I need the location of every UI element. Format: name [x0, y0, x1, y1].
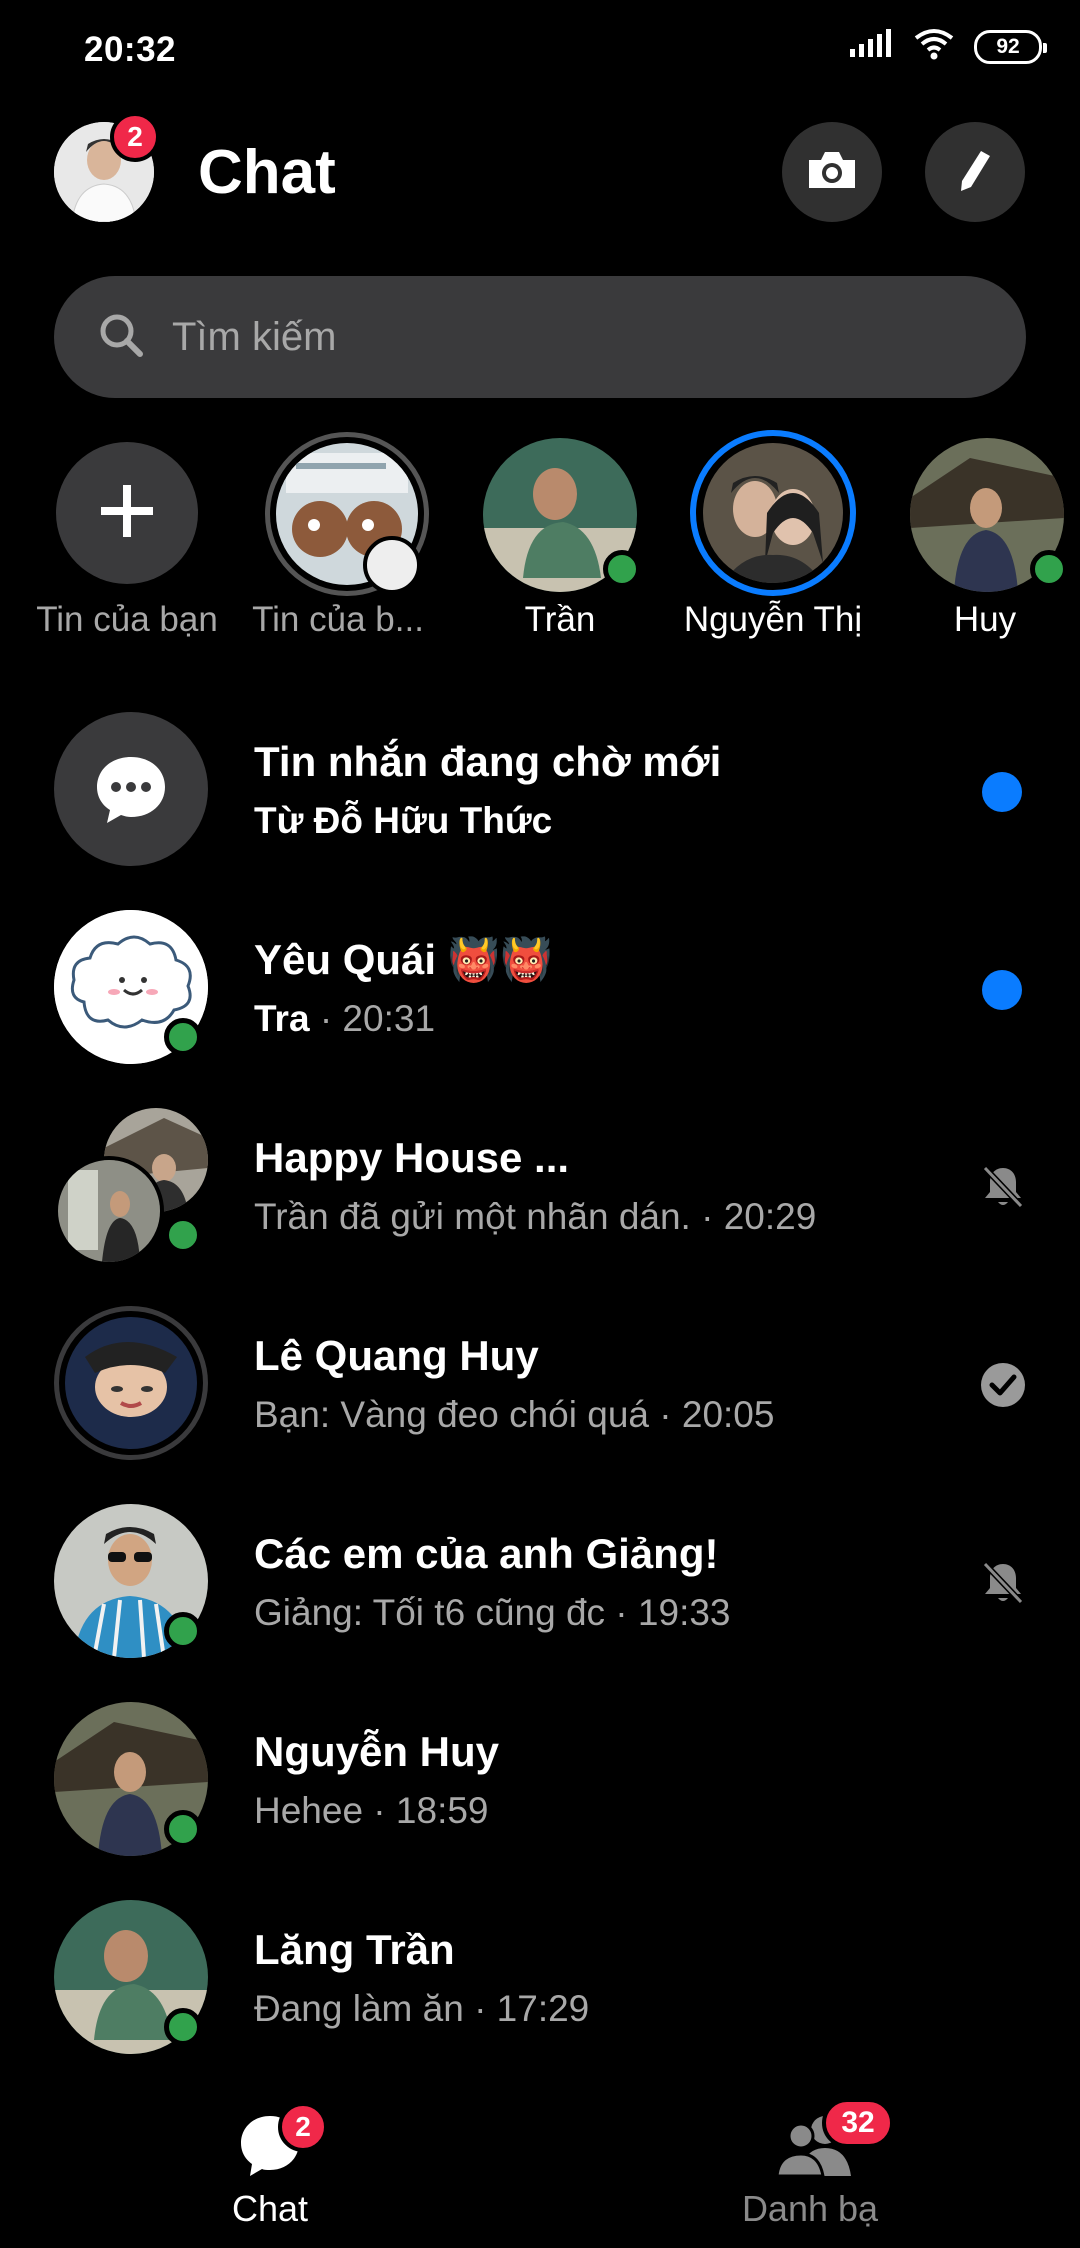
unread-indicator	[982, 970, 1022, 1010]
chat-avatar	[54, 1702, 208, 1856]
message-requests-row[interactable]: Tin nhắn đang chờ mới Từ Đỗ Hữu Thức	[0, 700, 1080, 898]
chat-avatar	[54, 1504, 208, 1658]
chat-row[interactable]: Yêu Quái 👹👹 Tra · 20:31	[0, 898, 1080, 1096]
chat-bubble-icon	[54, 712, 208, 866]
chat-row[interactable]: Happy House ... Trần đã gửi một nhãn dán…	[0, 1096, 1080, 1294]
story-owner-avatar	[363, 536, 421, 594]
online-indicator	[164, 1810, 202, 1848]
story-label: Trần	[524, 600, 596, 639]
chat-row[interactable]: Lê Quang Huy Bạn: Vàng đeo chói quá · 20…	[0, 1294, 1080, 1492]
tab-contacts-label: Danh bạ	[741, 2188, 879, 2229]
chat-title: Lăng Trần	[254, 1926, 455, 1973]
chat-subtitle: Trần đã gửi một nhãn dán. · 20:29	[254, 1196, 817, 1237]
online-indicator	[603, 550, 641, 588]
tab-chat[interactable]: 2 Chat	[0, 2090, 540, 2248]
story-ring	[690, 430, 856, 596]
battery-level: 92	[996, 34, 1020, 58]
chat-row[interactable]: Nguyễn Huy Hehee · 18:59	[0, 1690, 1080, 1888]
tab-contacts[interactable]: 32 Danh bạ	[540, 2090, 1080, 2248]
messenger-chat-screen: 20:32 92 2 Chat Tìm kiếm Tin của bạn Tin…	[0, 0, 1080, 2248]
compose-button[interactable]	[925, 122, 1025, 222]
bottom-navigation: 2 Chat 32 Danh bạ	[0, 2090, 1080, 2248]
tab-contacts-badge: 32	[822, 2098, 894, 2148]
online-indicator	[164, 1216, 202, 1254]
chat-subtitle: Bạn: Vàng đeo chói quá · 20:05	[254, 1394, 775, 1435]
pencil-icon	[955, 147, 995, 198]
group-member-avatar	[54, 1156, 164, 1266]
message-requests-avatar	[54, 712, 208, 866]
message-time: · 20:31	[309, 998, 436, 1039]
profile-notification-badge: 2	[110, 112, 160, 162]
battery-indicator: 92	[974, 29, 1047, 64]
chat-subtitle: Giảng: Tối t6 cũng đc · 19:33	[254, 1592, 731, 1633]
page-title: Chat	[198, 138, 336, 207]
chat-avatar	[54, 1108, 208, 1266]
story-label: Tin của bạn	[36, 600, 218, 639]
status-time: 20:32	[84, 30, 177, 69]
chat-title: Yêu Quái 👹👹	[254, 936, 553, 983]
chat-row[interactable]: Lăng Trần Đang làm ăn · 17:29	[0, 1888, 1080, 2086]
chat-row[interactable]: Các em của anh Giảng! Giảng: Tối t6 cũng…	[0, 1492, 1080, 1690]
muted-bell-icon	[978, 1558, 1028, 1608]
chat-subtitle: Hehee · 18:59	[254, 1790, 489, 1831]
online-indicator	[164, 2008, 202, 2046]
chat-subtitle: Đang làm ăn · 17:29	[254, 1988, 590, 2029]
plus-icon	[97, 481, 157, 546]
camera-icon	[805, 148, 859, 197]
search-placeholder: Tìm kiếm	[172, 314, 337, 359]
chat-subtitle: Từ Đỗ Hữu Thức	[254, 800, 553, 841]
story-ring	[54, 1306, 208, 1460]
wifi-icon	[914, 28, 954, 65]
chat-avatar	[54, 1900, 208, 2054]
user-avatar	[65, 1317, 197, 1449]
chat-title: Các em của anh Giảng!	[254, 1530, 719, 1577]
online-indicator	[1030, 550, 1068, 588]
chat-title: Nguyễn Huy	[254, 1728, 500, 1775]
chat-title: Happy House ...	[254, 1134, 570, 1181]
story-label: Huy	[953, 600, 1017, 639]
chat-title: Tin nhắn đang chờ mới	[254, 738, 722, 785]
story-label: Nguyễn Thị	[683, 600, 863, 639]
header: 2 Chat	[0, 110, 1080, 240]
last-sender: Tra	[254, 998, 310, 1039]
status-bar: 20:32 92	[0, 0, 1080, 100]
chat-subtitle: Tra · 20:31	[254, 998, 435, 1040]
tab-chat-badge: 2	[278, 2102, 328, 2152]
online-indicator	[164, 1018, 202, 1056]
add-story-button[interactable]	[56, 442, 198, 584]
chat-avatar	[54, 1306, 208, 1460]
search-input[interactable]: Tìm kiếm	[54, 276, 1026, 398]
online-indicator	[164, 1612, 202, 1650]
tab-chat-label: Chat	[231, 2188, 309, 2229]
muted-bell-icon	[978, 1162, 1028, 1212]
stories-row: Tin của bạn Tin của b... Trần Nguyễn Thị…	[0, 430, 1080, 660]
seen-check-icon	[978, 1360, 1028, 1410]
chat-avatar	[54, 910, 208, 1064]
signal-icon	[850, 29, 894, 64]
search-icon	[98, 312, 144, 363]
unread-indicator	[982, 772, 1022, 812]
chat-title: Lê Quang Huy	[254, 1332, 539, 1379]
camera-button[interactable]	[782, 122, 882, 222]
story-thumbnail	[703, 443, 843, 583]
story-label: Tin của b...	[252, 600, 424, 639]
status-icons: 92	[850, 28, 1047, 65]
